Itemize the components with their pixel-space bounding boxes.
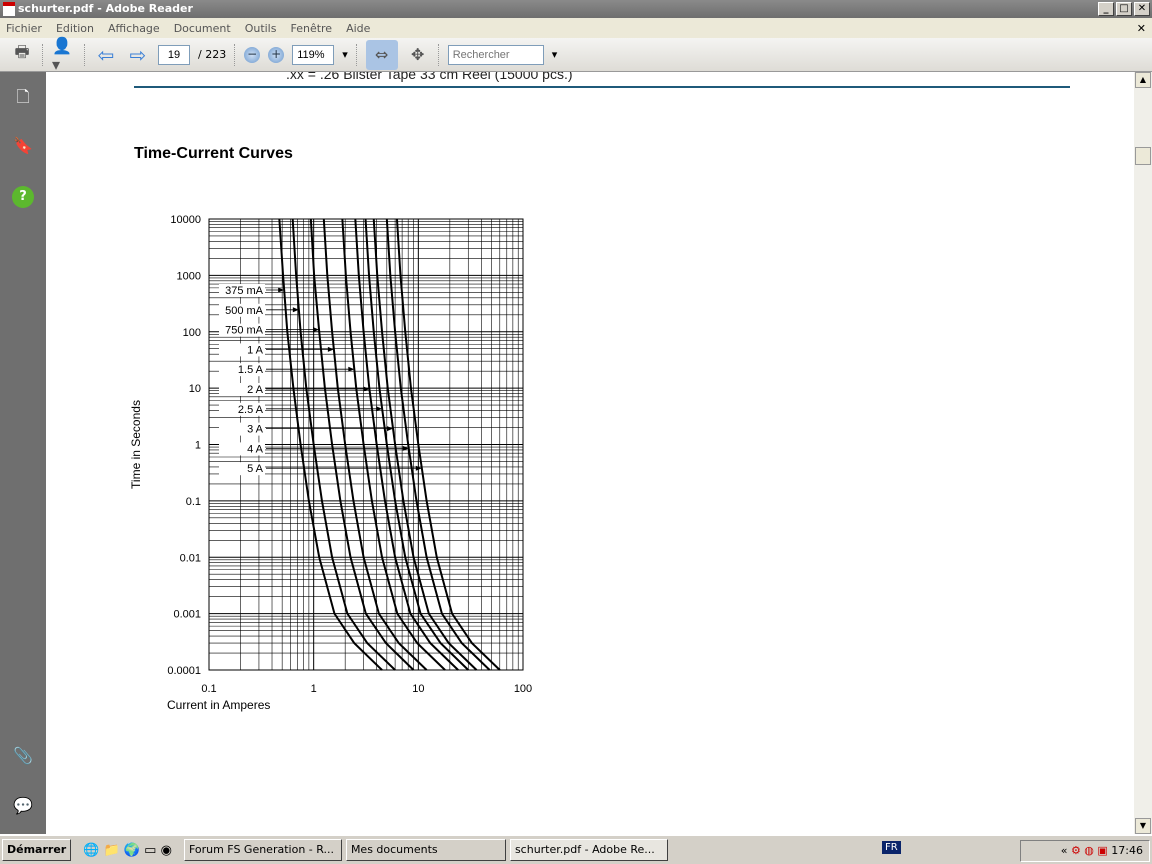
pages-icon[interactable]: 🗋 bbox=[12, 86, 34, 108]
fit-page-icon[interactable]: ✥ bbox=[406, 43, 430, 67]
x-tick-label: 10 bbox=[412, 683, 424, 695]
taskbar: Démarrer 🌐 📁 🌍 ▭ ◉ Forum FS Generation -… bbox=[0, 834, 1152, 864]
bookmarks-icon[interactable]: 🔖 bbox=[12, 136, 34, 158]
navigation-panel: 🗋 🔖 ? 📎 💬 bbox=[0, 72, 46, 834]
comments-icon[interactable]: 💬 bbox=[12, 796, 34, 818]
window-title: schurter.pdf - Adobe Reader bbox=[18, 2, 193, 15]
x-tick-label: 100 bbox=[514, 683, 532, 695]
toolbar: 🖶 👤▾ ⇦ ⇨ / 223 − + ▾ ⇔ ✥ ▾ bbox=[0, 36, 1152, 74]
system-tray: « ⚙ ◍ ▣ 17:46 bbox=[1020, 840, 1150, 862]
time-current-chart: 0.1 1 10 100 10000 1000 100 10 1 0.1 0.01 0.001 0.00… bbox=[129, 214, 532, 712]
x-tick-label: 1 bbox=[311, 683, 317, 695]
scroll-up-icon[interactable]: ▲ bbox=[1135, 72, 1151, 88]
separator bbox=[355, 43, 358, 66]
menu-bar: Fichier Edition Affichage Document Outil… bbox=[0, 18, 1152, 38]
minimize-button[interactable]: _ bbox=[1098, 2, 1114, 16]
menu-fichier[interactable]: Fichier bbox=[6, 22, 42, 35]
curve-label: 3 A bbox=[247, 424, 264, 436]
curve-label: 2 A bbox=[247, 384, 264, 396]
previous-page-icon[interactable]: ⇦ bbox=[94, 43, 118, 67]
zoom-input[interactable] bbox=[292, 44, 335, 65]
y-tick-label: 1000 bbox=[177, 270, 201, 282]
curve-label: 4 A bbox=[247, 443, 264, 455]
maximize-button[interactable]: □ bbox=[1116, 2, 1132, 16]
x-tick-label: 0.1 bbox=[201, 683, 216, 695]
y-tick-label: 0.1 bbox=[186, 496, 201, 508]
title-bar: schurter.pdf - Adobe Reader _ □ ✕ bbox=[0, 0, 1152, 18]
y-tick-label: 10 bbox=[189, 383, 201, 395]
y-tick-label: 0.001 bbox=[173, 609, 201, 621]
divider-line bbox=[134, 86, 1070, 88]
y-tick-label: 10000 bbox=[170, 214, 201, 226]
curve-label: 375 mA bbox=[225, 285, 264, 297]
separator bbox=[84, 43, 86, 66]
separator bbox=[437, 43, 440, 66]
language-indicator[interactable]: FR bbox=[882, 841, 901, 854]
help-icon[interactable]: ? bbox=[12, 186, 34, 208]
start-button[interactable]: Démarrer bbox=[2, 839, 72, 861]
tray-expand-icon[interactable]: « bbox=[1061, 844, 1068, 857]
y-tick-label: 0.0001 bbox=[167, 665, 201, 677]
x-axis-label: Current in Amperes bbox=[167, 698, 270, 712]
curve-label: 1.5 A bbox=[238, 364, 264, 376]
curve-label: 5 A bbox=[247, 463, 264, 475]
print-icon[interactable]: 🖶 bbox=[10, 42, 34, 67]
y-tick-label: 100 bbox=[183, 327, 201, 339]
curve-label: 500 mA bbox=[225, 305, 264, 317]
section-title: Time-Current Curves bbox=[134, 145, 293, 162]
curve-label: 750 mA bbox=[225, 325, 264, 337]
scroll-down-icon[interactable]: ▼ bbox=[1135, 818, 1151, 834]
cut-off-text: .xx = .26 Blister Tape 33 cm Reel (15000… bbox=[286, 72, 573, 82]
menu-fenetre[interactable]: Fenêtre bbox=[290, 22, 332, 35]
separator bbox=[42, 43, 44, 66]
quicklaunch-icons[interactable]: 🌐 📁 🌍 ▭ ◉ bbox=[83, 843, 172, 858]
next-page-icon[interactable]: ⇨ bbox=[126, 43, 150, 67]
close-button[interactable]: ✕ bbox=[1134, 2, 1150, 16]
task-mes-documents[interactable]: Mes documents bbox=[345, 839, 506, 861]
clock: 17:46 bbox=[1111, 844, 1143, 857]
page-total: / 223 bbox=[198, 48, 227, 61]
tray-icons[interactable]: ⚙ ◍ ▣ bbox=[1071, 844, 1111, 857]
search-dropdown-icon[interactable]: ▾ bbox=[552, 48, 558, 61]
y-tick-label: 1 bbox=[195, 440, 201, 452]
curve-label: 2.5 A bbox=[238, 404, 264, 416]
y-axis-label: Time in Seconds bbox=[129, 400, 143, 489]
task-forum[interactable]: Forum FS Generation - R... bbox=[183, 839, 342, 861]
attachments-icon[interactable]: 📎 bbox=[12, 746, 34, 768]
fit-width-icon[interactable]: ⇔ bbox=[365, 39, 398, 70]
menu-edition[interactable]: Edition bbox=[56, 22, 94, 35]
menu-aide[interactable]: Aide bbox=[346, 22, 370, 35]
page-number-input[interactable] bbox=[158, 44, 190, 65]
separator bbox=[234, 43, 236, 66]
zoom-in-icon[interactable]: + bbox=[268, 46, 285, 63]
zoom-dropdown-icon[interactable]: ▾ bbox=[342, 48, 348, 61]
adobe-reader-icon bbox=[3, 2, 15, 16]
vertical-scrollbar[interactable]: ▲ ▼ bbox=[1134, 72, 1152, 834]
task-adobe-reader[interactable]: schurter.pdf - Adobe Re... bbox=[509, 839, 668, 861]
search-input[interactable] bbox=[447, 44, 544, 65]
y-tick-label: 0.01 bbox=[180, 552, 201, 564]
menu-outils[interactable]: Outils bbox=[245, 22, 277, 35]
menu-affichage[interactable]: Affichage bbox=[108, 22, 160, 35]
scroll-thumb[interactable] bbox=[1135, 147, 1151, 165]
menu-document[interactable]: Document bbox=[174, 22, 231, 35]
curve-label: 1 A bbox=[247, 344, 264, 356]
collaborate-icon[interactable]: 👤▾ bbox=[52, 36, 76, 74]
document-view: .xx = .26 Blister Tape 33 cm Reel (15000… bbox=[46, 72, 1134, 834]
zoom-out-icon[interactable]: − bbox=[244, 46, 261, 63]
close-document-icon[interactable]: ✕ bbox=[1137, 22, 1146, 35]
